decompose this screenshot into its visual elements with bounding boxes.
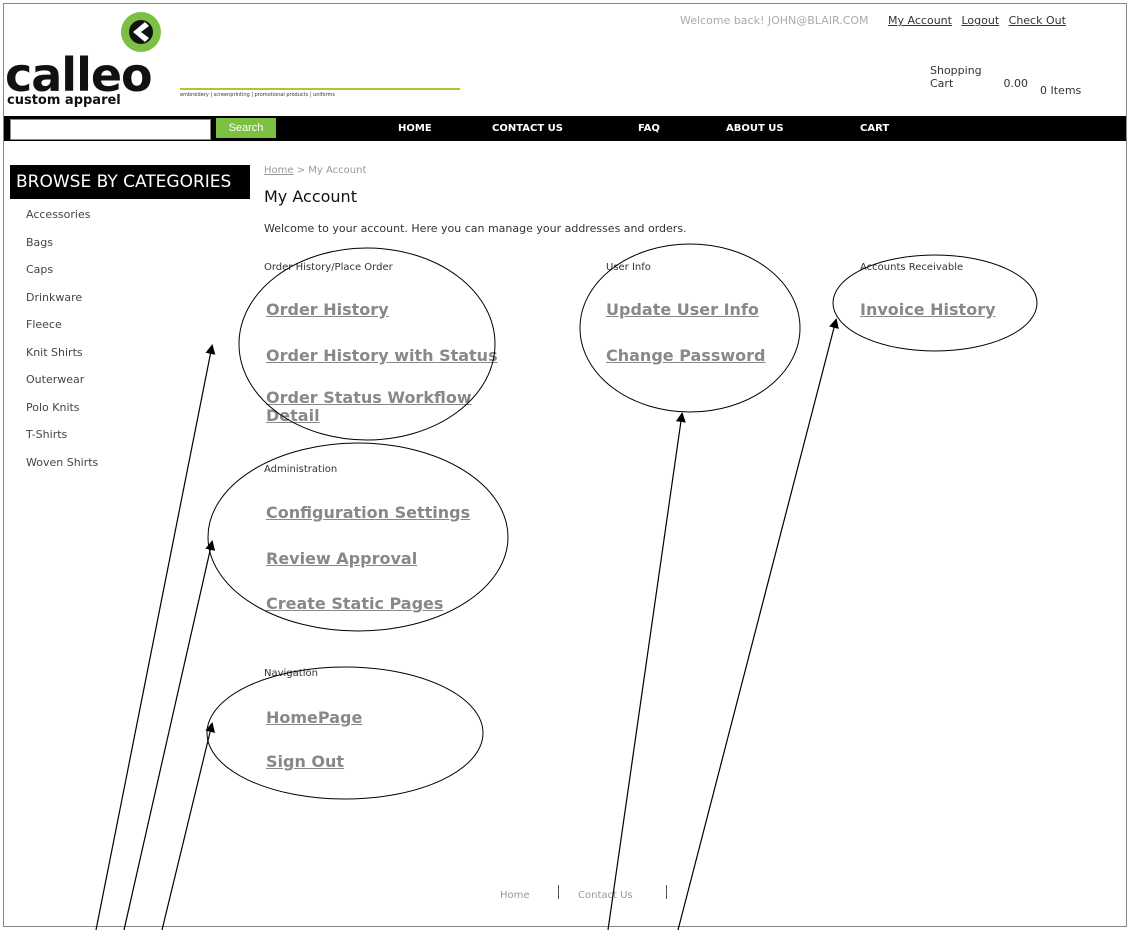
- change-password-link[interactable]: Change Password: [606, 346, 765, 365]
- search-input[interactable]: [10, 119, 211, 140]
- section-label-administration: Administration: [264, 464, 338, 475]
- category-item[interactable]: Caps: [26, 262, 98, 290]
- category-item[interactable]: Polo Knits: [26, 400, 98, 428]
- category-item[interactable]: Knit Shirts: [26, 345, 98, 373]
- homepage-link[interactable]: HomePage: [266, 708, 362, 727]
- nav-cart[interactable]: CART: [860, 116, 889, 141]
- create-static-pages-link[interactable]: Create Static Pages: [266, 594, 443, 613]
- nav-about-us[interactable]: ABOUT US: [726, 116, 784, 141]
- order-history-link[interactable]: Order History: [266, 300, 389, 319]
- order-history-status-link[interactable]: Order History with Status: [266, 346, 498, 365]
- footer-contact-link[interactable]: Contact Us: [578, 890, 633, 901]
- configuration-settings-link[interactable]: Configuration Settings: [266, 503, 470, 522]
- update-user-info-link[interactable]: Update User Info: [606, 300, 759, 319]
- category-item[interactable]: Bags: [26, 235, 98, 263]
- search-button[interactable]: Search: [216, 118, 276, 138]
- order-status-workflow-link[interactable]: Order Status Workflow Detail: [266, 389, 506, 425]
- tagline-underline: [180, 88, 460, 90]
- footer-separator: [666, 885, 667, 899]
- my-account-link[interactable]: My Account: [888, 14, 952, 27]
- category-item[interactable]: Drinkware: [26, 290, 98, 318]
- categories-heading: BROWSE BY CATEGORIES: [10, 165, 250, 199]
- page-frame: [3, 3, 1127, 927]
- nav-faq[interactable]: FAQ: [638, 116, 660, 141]
- checkout-link[interactable]: Check Out: [1009, 14, 1066, 27]
- breadcrumb-separator: >: [293, 165, 309, 176]
- category-item[interactable]: Accessories: [26, 207, 98, 235]
- welcome-message: Welcome to your account. Here you can ma…: [264, 222, 687, 235]
- category-item[interactable]: Woven Shirts: [26, 455, 98, 483]
- footer-separator: [558, 885, 559, 899]
- cart-items: 0 Items: [1040, 84, 1082, 97]
- tagline: embroidery | screenprinting | promotiona…: [180, 92, 336, 98]
- logo[interactable]: calleo custom apparel: [5, 10, 165, 108]
- logo-subtitle: custom apparel: [7, 93, 121, 108]
- welcome-text: Welcome back! JOHN@BLAIR.COM: [680, 14, 869, 27]
- category-item[interactable]: T-Shirts: [26, 427, 98, 455]
- nav-home[interactable]: HOME: [398, 116, 432, 141]
- section-label-order: Order History/Place Order: [264, 262, 393, 273]
- nav-bar: Search HOME CONTACT US FAQ ABOUT US CART: [4, 116, 1126, 141]
- category-item[interactable]: Fleece: [26, 317, 98, 345]
- sign-out-link[interactable]: Sign Out: [266, 752, 344, 771]
- nav-contact-us[interactable]: CONTACT US: [492, 116, 563, 141]
- section-label-user-info: User Info: [606, 262, 651, 273]
- cart-label: Shopping Cart: [930, 64, 982, 90]
- breadcrumb-home-link[interactable]: Home: [264, 165, 294, 176]
- logo-word: calleo: [5, 48, 153, 102]
- shopping-cart[interactable]: Shopping Cart 0.00: [930, 64, 1028, 90]
- breadcrumb: Home > My Account: [264, 165, 366, 176]
- footer-home-link[interactable]: Home: [500, 890, 530, 901]
- cart-amount: 0.00: [1003, 77, 1029, 90]
- invoice-history-link[interactable]: Invoice History: [860, 300, 996, 319]
- category-item[interactable]: Outerwear: [26, 372, 98, 400]
- logout-link[interactable]: Logout: [961, 14, 999, 27]
- section-label-navigation: Navigation: [264, 668, 318, 679]
- review-approval-link[interactable]: Review Approval: [266, 549, 417, 568]
- category-list: Accessories Bags Caps Drinkware Fleece K…: [26, 207, 98, 482]
- breadcrumb-current: My Account: [308, 165, 367, 176]
- top-links: Welcome back! JOHN@BLAIR.COM My Account …: [680, 14, 1066, 27]
- page-title: My Account: [264, 187, 357, 206]
- section-label-accounts-receivable: Accounts Receivable: [860, 262, 964, 273]
